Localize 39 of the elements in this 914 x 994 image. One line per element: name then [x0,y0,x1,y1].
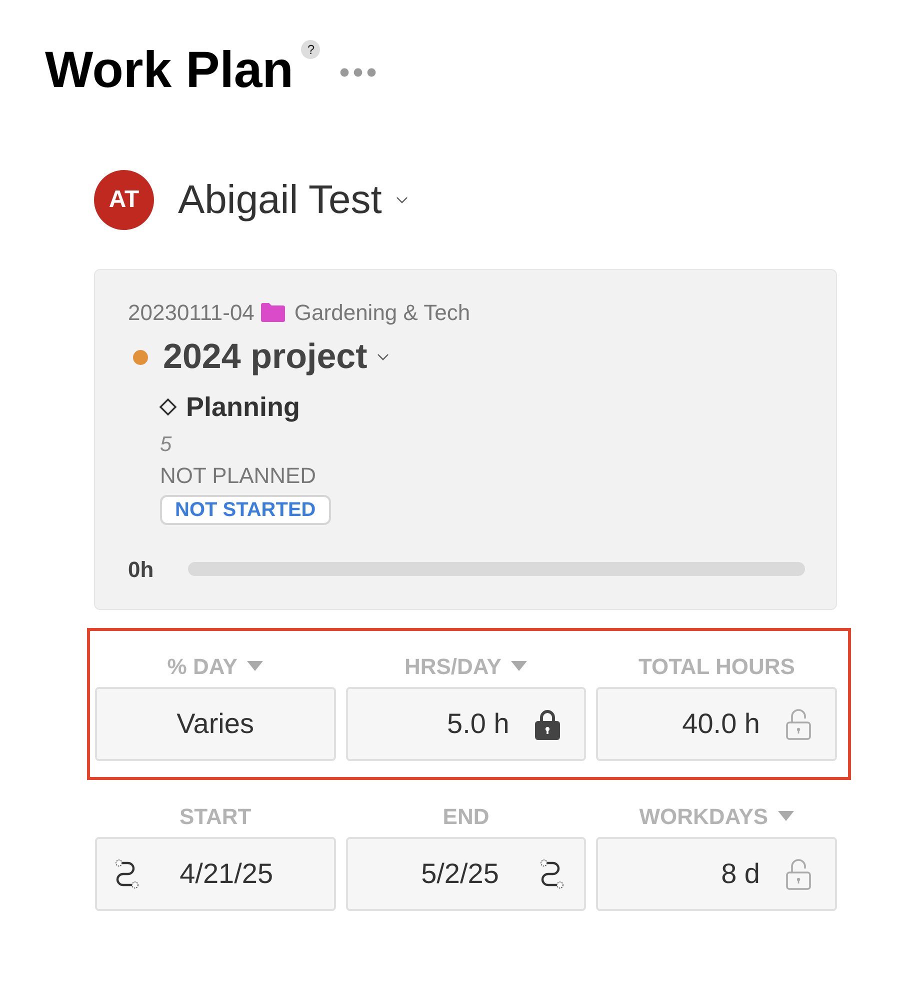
count-text: 5 [160,432,172,458]
value-field[interactable]: 5/2/25 [346,837,586,911]
plan-status: NOT PLANNED [160,462,316,490]
chevron-down-icon[interactable] [377,353,390,361]
field-label: END [442,802,490,830]
project-name[interactable]: 2024 project [163,330,368,384]
field-label: START [179,802,252,830]
caret-icon [511,661,528,671]
value-field[interactable]: 5.0 h [346,687,586,761]
page-title: Work Plan [45,40,294,100]
lock-icon[interactable] [535,708,560,740]
member-name[interactable]: Abigail Test [178,170,382,230]
value-field[interactable]: 40.0 h [596,687,837,761]
field-value: 8 d [721,857,760,891]
project-number: 20230111-04 [128,298,254,326]
more-options-icon[interactable] [340,68,376,77]
caret-icon [778,811,794,821]
value-field[interactable]: 8 d [596,837,837,911]
field-value: 40.0 h [682,707,760,741]
value-field[interactable]: Varies [95,687,336,761]
status-dot-icon [133,350,148,364]
value-field[interactable]: 4/21/25 [95,837,336,911]
field-value: 5/2/25 [421,857,499,891]
route-icon[interactable] [540,859,564,889]
phase-name[interactable]: Planning [186,386,300,428]
field-value: 4/21/25 [180,857,274,891]
folder-name[interactable]: Gardening & Tech [294,296,470,328]
caret-icon [247,661,264,671]
field-value: 5.0 h [447,707,510,741]
diamond-icon [159,398,177,416]
avatar: AT [94,170,154,230]
help-button[interactable]: ? [301,40,320,59]
route-icon[interactable] [115,859,139,889]
field-label: TOTAL HOURS [638,652,795,680]
chevron-down-icon[interactable] [396,196,408,204]
field-value: Varies [176,707,254,741]
hours-text: 0h [128,556,155,584]
status-badge: NOT STARTED [160,495,331,525]
folder-icon [261,302,286,322]
